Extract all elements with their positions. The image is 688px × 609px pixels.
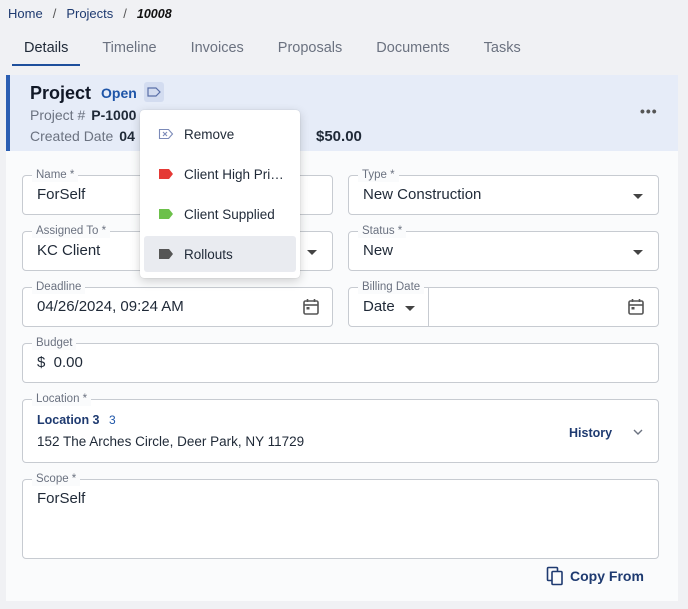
- location-field[interactable]: Location * Location 3 3 152 The Arches C…: [22, 392, 659, 463]
- created-date-row: Created Date 04: [30, 128, 135, 144]
- project-number-value: P-1000: [91, 107, 137, 123]
- status-value: New: [363, 242, 394, 259]
- tab-proposals[interactable]: Proposals: [266, 40, 354, 66]
- budget-label: Budget: [32, 336, 77, 350]
- chevron-down-icon: [633, 194, 643, 199]
- tab-documents[interactable]: Documents: [364, 40, 461, 66]
- copy-icon: [546, 566, 563, 586]
- breadcrumb-current: 10008: [136, 6, 172, 21]
- chevron-down-icon[interactable]: [633, 429, 643, 436]
- name-label: Name *: [32, 168, 79, 182]
- location-address: 152 The Arches Circle, Deer Park, NY 117…: [37, 434, 305, 449]
- deadline-field[interactable]: Deadline 04/26/2024, 09:24 AM: [22, 280, 333, 327]
- project-header: Project Open Project # P-1000 Created Dat…: [6, 75, 678, 151]
- tag-outline-icon: [147, 87, 161, 97]
- tag-button[interactable]: [144, 82, 164, 102]
- tab-tasks[interactable]: Tasks: [472, 40, 533, 66]
- breadcrumb: Home / Projects / 10008: [8, 6, 172, 21]
- billing-date-input[interactable]: [429, 288, 659, 326]
- budget-value: $ 0.00: [37, 354, 83, 371]
- menu-item-client-high-priority[interactable]: Client High Priority: [144, 156, 296, 192]
- menu-item-rollouts[interactable]: Rollouts: [144, 236, 296, 272]
- chevron-down-icon: [633, 250, 643, 255]
- copy-from-button[interactable]: Copy From: [546, 566, 644, 586]
- deadline-label: Deadline: [32, 280, 86, 294]
- location-count: 3: [109, 413, 116, 427]
- project-number-label: Project #: [30, 107, 86, 123]
- chevron-down-icon: [405, 306, 415, 311]
- breadcrumb-projects[interactable]: Projects: [66, 6, 113, 21]
- menu-item-label: Remove: [184, 126, 235, 142]
- status-select[interactable]: Status * New: [348, 224, 659, 271]
- scope-value: ForSelf: [37, 490, 86, 507]
- breadcrumb-home[interactable]: Home: [8, 6, 43, 21]
- location-label: Location *: [32, 392, 92, 406]
- project-details-panel: Project Open Project # P-1000 Created Dat…: [6, 75, 678, 601]
- calendar-icon[interactable]: [627, 298, 645, 316]
- deadline-value: 04/26/2024, 09:24 AM: [37, 298, 184, 315]
- budget-field[interactable]: Budget $ 0.00: [22, 336, 659, 383]
- menu-item-remove[interactable]: Remove: [144, 116, 296, 152]
- tab-timeline[interactable]: Timeline: [90, 40, 168, 66]
- tab-details[interactable]: Details: [12, 40, 81, 66]
- copy-from-label: Copy From: [570, 568, 644, 584]
- breadcrumb-separator: /: [123, 6, 127, 21]
- assigned-to-label: Assigned To *: [32, 224, 111, 238]
- created-date-value: 04: [119, 128, 135, 144]
- tag-menu: Remove Client High Priority Client Suppl…: [140, 110, 300, 278]
- status-badge: Open: [101, 85, 137, 101]
- project-amount: $50.00: [316, 128, 362, 145]
- type-select[interactable]: Type * New Construction: [348, 168, 659, 215]
- type-value: New Construction: [363, 186, 482, 203]
- menu-item-label: Client High Priority: [184, 166, 288, 182]
- menu-item-label: Client Supplied: [184, 206, 275, 222]
- scope-label: Scope *: [32, 472, 81, 486]
- green-tag-icon: [159, 209, 173, 219]
- chevron-down-icon: [307, 250, 317, 255]
- created-date-label: Created Date: [30, 128, 114, 144]
- assigned-to-value: KC Client: [37, 242, 101, 259]
- scope-textarea[interactable]: Scope * ForSelf: [22, 472, 659, 559]
- billing-date-field: Billing Date Date: [348, 280, 659, 327]
- tab-bar: Details Timeline Invoices Proposals Docu…: [12, 40, 543, 66]
- status-label: Status *: [358, 224, 407, 238]
- gray-tag-icon: [159, 249, 173, 259]
- billing-date-label: Billing Date: [358, 280, 425, 294]
- calendar-icon[interactable]: [302, 298, 320, 316]
- menu-item-label: Rollouts: [184, 246, 233, 262]
- billing-date-unit[interactable]: Date: [363, 298, 395, 315]
- history-button[interactable]: History: [569, 426, 612, 440]
- type-label: Type *: [358, 168, 399, 182]
- breadcrumb-separator: /: [52, 6, 57, 21]
- tab-invoices[interactable]: Invoices: [179, 40, 256, 66]
- project-number-row: Project # P-1000: [30, 107, 136, 123]
- menu-item-client-supplied[interactable]: Client Supplied: [144, 196, 296, 232]
- remove-tag-icon: [158, 128, 174, 140]
- location-name: Location 3: [37, 413, 100, 427]
- red-tag-icon: [159, 169, 173, 179]
- more-options-icon[interactable]: •••: [640, 103, 658, 119]
- page-title: Project: [30, 83, 92, 103]
- name-value: ForSelf: [37, 186, 86, 203]
